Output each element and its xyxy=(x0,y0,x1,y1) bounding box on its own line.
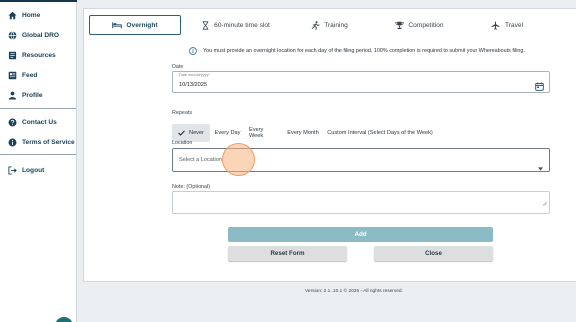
date-input[interactable]: Date mm/dd/yyyy* 10/13/2025 xyxy=(172,71,550,93)
repeat-option-every-week[interactable]: Every Week xyxy=(245,124,283,142)
floating-action-button[interactable] xyxy=(55,317,73,322)
sidebar-item-label: Logout xyxy=(22,166,45,174)
info-icon xyxy=(7,137,17,147)
tab-training[interactable]: Training xyxy=(289,15,369,35)
sidebar-item-label: Global DRO xyxy=(22,31,59,39)
tab-60-minute-time-slot[interactable]: 60-minute time slot xyxy=(181,15,289,35)
trophy-icon xyxy=(394,20,404,30)
close-button[interactable]: Close xyxy=(374,246,493,261)
reset-form-button[interactable]: Reset Form xyxy=(228,246,347,261)
repeat-option-label: Custom Interval (Select Days of the Week… xyxy=(327,130,433,136)
sidebar-item-global-dro[interactable]: Global DRO xyxy=(0,26,77,44)
date-value: 10/13/2025 xyxy=(179,82,207,88)
hourglass-icon xyxy=(200,20,210,30)
date-label: Date xyxy=(172,64,184,70)
repeat-option-custom-interval[interactable]: Custom Interval (Select Days of the Week… xyxy=(323,124,437,142)
activity-tabs: Overnight 60-minute time slot Training C… xyxy=(89,15,545,35)
sidebar-item-label: Terms of Service xyxy=(22,138,75,146)
repeats-label: Repeats xyxy=(172,110,193,116)
check-icon xyxy=(178,130,185,136)
sidebar-divider xyxy=(0,154,76,155)
add-button[interactable]: Add xyxy=(228,227,493,242)
plane-icon xyxy=(491,20,501,30)
calendar-icon[interactable] xyxy=(535,78,544,96)
sidebar-item-label: Profile xyxy=(22,91,43,99)
bed-icon xyxy=(112,20,123,30)
sidebar-item-label: Home xyxy=(22,11,41,19)
tab-label: Training xyxy=(324,21,348,29)
home-icon xyxy=(7,10,17,20)
repeat-option-every-month[interactable]: Every Month xyxy=(283,124,323,142)
filing-form-panel: Overnight 60-minute time slot Training C… xyxy=(83,8,576,282)
sidebar-item-label: Resources xyxy=(22,51,56,59)
repeat-option-label: Never xyxy=(189,130,204,136)
logout-icon xyxy=(7,165,17,175)
document-icon xyxy=(7,50,17,60)
note-label: Note: (Optional) xyxy=(172,184,211,190)
person-icon xyxy=(7,90,17,100)
feed-icon xyxy=(7,70,17,80)
info-message: You must provide an overnight location f… xyxy=(203,48,525,54)
repeat-option-every-day[interactable]: Every Day xyxy=(210,124,245,142)
note-textarea[interactable] xyxy=(172,191,550,214)
tab-label: Overnight xyxy=(126,21,158,29)
running-icon xyxy=(310,20,320,30)
help-icon xyxy=(7,117,17,127)
resize-handle-icon[interactable] xyxy=(542,193,547,211)
globe-icon xyxy=(7,30,17,40)
sidebar-item-feed[interactable]: Feed xyxy=(0,66,77,84)
sidebar-item-terms-of-service[interactable]: Terms of Service xyxy=(0,133,77,151)
sidebar-item-logout[interactable]: Logout xyxy=(0,161,77,179)
sidebar-item-home[interactable]: Home xyxy=(0,6,77,24)
repeat-option-label: Every Week xyxy=(249,127,264,139)
sidebar-item-resources[interactable]: Resources xyxy=(0,46,77,64)
tab-travel[interactable]: Travel xyxy=(469,15,545,35)
repeat-option-label: Every Month xyxy=(287,130,319,136)
footer-version: Version: 2.1..10.1 © 2025 - All rights r… xyxy=(305,289,403,294)
tab-competition[interactable]: Competition xyxy=(369,15,469,35)
location-select[interactable]: Select a Location xyxy=(172,148,550,172)
tab-label: 60-minute time slot xyxy=(214,21,270,29)
tab-overnight[interactable]: Overnight xyxy=(89,15,181,35)
repeats-options: Never Every Day Every Week Every Month C… xyxy=(172,124,437,142)
info-banner: You must provide an overnight location f… xyxy=(189,47,525,55)
sidebar-item-label: Contact Us xyxy=(22,118,57,126)
info-icon xyxy=(189,47,197,55)
repeat-option-label: Every Day xyxy=(214,130,241,136)
sidebar-item-profile[interactable]: Profile xyxy=(0,86,77,104)
tab-label: Competition xyxy=(408,21,444,29)
sidebar-top-line xyxy=(0,0,77,2)
sidebar-item-contact-us[interactable]: Contact Us xyxy=(0,113,77,131)
date-float-label: Date mm/dd/yyyy* xyxy=(179,73,210,77)
sidebar: Home Global DRO Resources Feed Profile C… xyxy=(0,0,77,322)
tab-label: Travel xyxy=(504,21,524,29)
chevron-down-icon[interactable] xyxy=(538,158,543,176)
location-label: Location xyxy=(172,140,193,146)
location-placeholder: Select a Location xyxy=(179,157,222,163)
sidebar-item-label: Feed xyxy=(22,71,38,79)
sidebar-divider xyxy=(0,108,76,109)
